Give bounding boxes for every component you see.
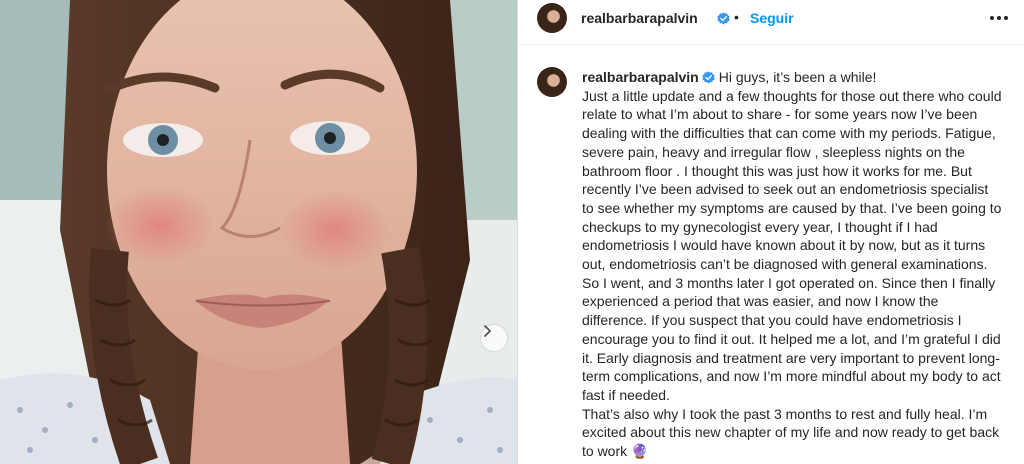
more-options-button[interactable]: [986, 8, 1012, 28]
caption-comment: realbarbarapalvin Hi guys, it’s been a wh…: [518, 45, 1024, 464]
caption-line-3: That’s also why I took the past 3 months…: [582, 405, 1004, 460]
chevron-right-icon: [484, 325, 491, 337]
separator-dot: •: [734, 9, 739, 25]
post-header: realbarbarapalvin • Seguir: [518, 0, 1024, 44]
post-photo: [0, 0, 517, 464]
caption-line-1: Hi guys, it’s been a while!: [718, 69, 877, 85]
next-photo-button[interactable]: [481, 325, 507, 351]
caption-text: realbarbarapalvin Hi guys, it’s been a wh…: [582, 68, 1002, 461]
verified-badge-icon: [702, 71, 715, 84]
follow-button[interactable]: Seguir: [750, 10, 794, 26]
post-details-pane: realbarbarapalvin • Seguir realbarbarapa…: [518, 0, 1024, 464]
verified-badge-icon: [717, 12, 730, 25]
verified-badge: [714, 10, 730, 28]
caption-username[interactable]: realbarbarapalvin: [582, 69, 699, 85]
header-username[interactable]: realbarbarapalvin: [581, 10, 698, 26]
selfie-image: [0, 0, 517, 464]
avatar[interactable]: [537, 3, 567, 33]
avatar[interactable]: [537, 67, 567, 97]
caption-line-2: Just a little update and a few thoughts …: [582, 87, 1006, 403]
more-options-icon: [990, 16, 994, 20]
